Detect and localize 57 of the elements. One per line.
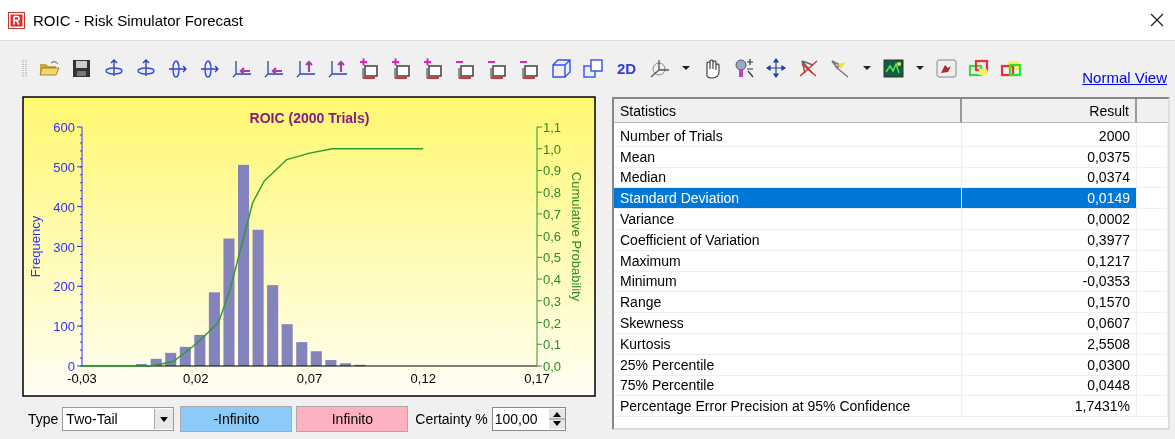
table-cell: Maximum bbox=[614, 250, 962, 271]
tick-label: 0,17 bbox=[524, 371, 550, 386]
tick-label: 0,0 bbox=[543, 359, 562, 374]
tick-label: 0,5 bbox=[543, 250, 562, 266]
table-cell: -0,0353 bbox=[962, 271, 1137, 292]
table-cell: Variance bbox=[614, 209, 962, 229]
table-cell: Percentage Error Precision at 95% Confidence bbox=[614, 396, 962, 417]
table-cell: 0,0002 bbox=[962, 209, 1137, 229]
tick-label: 0,3 bbox=[543, 293, 562, 309]
table-cell: 25% Percentile bbox=[614, 354, 962, 375]
axis-label: Cumulative Probability bbox=[569, 171, 584, 302]
table-cell: 75% Percentile bbox=[614, 375, 962, 396]
table-cell: Coefficient of Variation bbox=[614, 230, 962, 250]
table-cell: 0,1217 bbox=[962, 250, 1137, 271]
table-cell: 2000 bbox=[962, 126, 1137, 146]
type-label: Type bbox=[28, 411, 59, 427]
chart-title: ROIC (2000 Trials) bbox=[249, 110, 370, 126]
table-cell: Kurtosis bbox=[614, 333, 962, 354]
table-cell: Number of Trials bbox=[614, 126, 962, 146]
tick-label: 300 bbox=[53, 239, 75, 255]
tick-label: 0,8 bbox=[543, 185, 562, 201]
tick-label: 0,7 bbox=[543, 206, 562, 222]
window-title: ROIC - Risk Simulator Forecast bbox=[33, 11, 245, 29]
table-cell: Skewness bbox=[614, 313, 962, 333]
tick-label: 0,9 bbox=[543, 163, 562, 179]
table-cell: 0,1570 bbox=[962, 292, 1137, 313]
tick-label: 0 bbox=[67, 359, 75, 374]
tick-label: 0,4 bbox=[543, 272, 562, 288]
table-cell: 0,0375 bbox=[962, 146, 1137, 167]
tick-label: 0,1 bbox=[543, 337, 562, 353]
tick-label: 600 bbox=[53, 120, 75, 135]
tick-label: 500 bbox=[53, 159, 75, 175]
tick-label: 1,1 bbox=[543, 120, 562, 135]
certainty-label: Certainty % bbox=[415, 411, 488, 427]
table-cell: 0,0300 bbox=[962, 354, 1137, 375]
table-cell: 2,5508 bbox=[962, 333, 1137, 354]
table-cell: 0,0607 bbox=[962, 313, 1137, 333]
axis-label: Frequency bbox=[28, 215, 43, 278]
tick-label: 0,12 bbox=[410, 371, 436, 386]
table-cell: Range bbox=[614, 292, 962, 313]
table-cell: Standard Deviation bbox=[614, 188, 962, 209]
table-cell: 0,3977 bbox=[962, 230, 1137, 250]
tick-label: 100 bbox=[53, 319, 75, 335]
tick-label: 0,07 bbox=[296, 371, 323, 386]
tick-label: -0,03 bbox=[67, 371, 97, 386]
table-cell: 0,0448 bbox=[962, 375, 1137, 396]
table-cell: 0,0374 bbox=[962, 167, 1137, 188]
table-cell: 1,7431% bbox=[962, 396, 1137, 417]
table-cell: Minimum bbox=[614, 271, 962, 292]
tick-label: 0,02 bbox=[183, 371, 209, 386]
table-cell: Median bbox=[614, 167, 962, 188]
tick-label: 1,0 bbox=[543, 141, 562, 157]
table-cell: Mean bbox=[614, 146, 962, 167]
tick-label: 0,2 bbox=[543, 315, 562, 331]
tick-label: 400 bbox=[53, 199, 75, 215]
tick-label: 0,6 bbox=[543, 228, 562, 244]
tick-label: 200 bbox=[53, 279, 75, 295]
